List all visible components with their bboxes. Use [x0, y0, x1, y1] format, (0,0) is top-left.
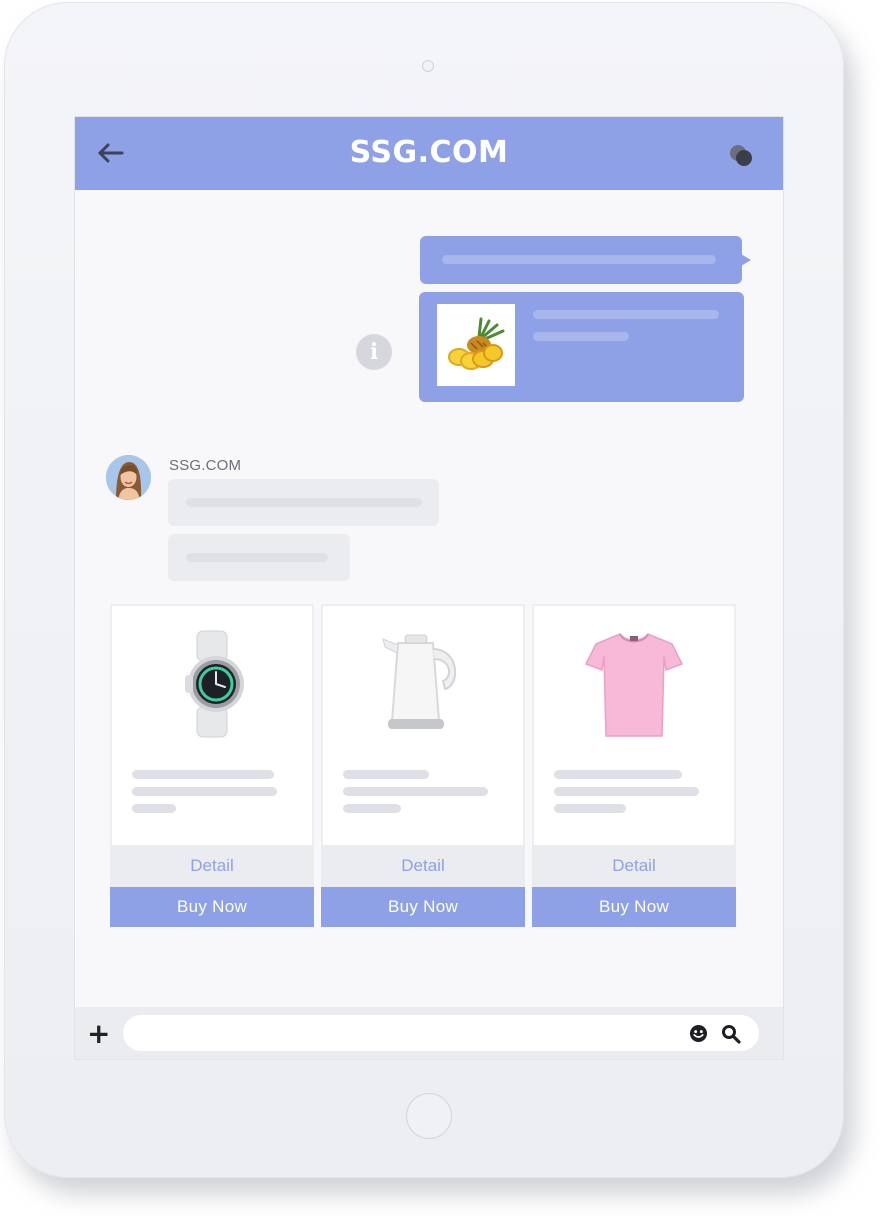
- tshirt-icon: [584, 633, 684, 737]
- kettle-icon: [382, 634, 457, 729]
- text-placeholder-line: [343, 787, 488, 796]
- add-attachment-plus-icon[interactable]: +: [87, 1019, 110, 1049]
- text-placeholder-line: [343, 804, 401, 813]
- detail-button[interactable]: Detail: [532, 845, 736, 887]
- text-placeholder-line: [132, 804, 176, 813]
- outgoing-product-message[interactable]: [419, 292, 744, 402]
- text-placeholder-line: [132, 770, 274, 779]
- pineapple-icon: [448, 317, 505, 370]
- page-title: SSG.COM: [349, 135, 509, 170]
- product-card[interactable]: Detail Buy Now: [110, 604, 314, 927]
- text-placeholder-line: [554, 770, 682, 779]
- outgoing-message-bubble: [420, 236, 751, 284]
- sender-name: SSG.COM: [169, 457, 242, 474]
- text-placeholder-line: [554, 804, 626, 813]
- home-button[interactable]: [406, 1093, 452, 1139]
- text-placeholder-line: [533, 332, 629, 341]
- text-placeholder-line: [186, 498, 422, 507]
- message-input-bar: +: [75, 1007, 783, 1059]
- text-placeholder-line: [343, 770, 429, 779]
- emoji-smiley-icon[interactable]: [689, 1024, 708, 1043]
- buy-now-button[interactable]: Buy Now: [321, 887, 525, 927]
- text-placeholder-line: [442, 255, 716, 264]
- message-input[interactable]: [123, 1015, 759, 1051]
- product-card[interactable]: Detail Buy Now: [532, 604, 736, 927]
- text-placeholder-line: [132, 787, 277, 796]
- pineapple-image: [437, 304, 515, 386]
- text-placeholder-line: [533, 310, 719, 319]
- incoming-message-bubble: [168, 534, 350, 581]
- sender-avatar: [106, 455, 151, 500]
- text-placeholder-line: [554, 787, 699, 796]
- search-magnifier-icon[interactable]: [721, 1024, 741, 1044]
- tablet-frame: SSG.COM i SSG.COM Detail Buy Now Detail …: [4, 2, 844, 1178]
- smartwatch-image: [112, 614, 312, 754]
- chat-bubbles-icon[interactable]: [729, 143, 755, 169]
- woman-avatar-icon: [106, 455, 151, 500]
- smartwatch-icon: [185, 630, 244, 738]
- buy-now-button[interactable]: Buy Now: [110, 887, 314, 927]
- detail-button[interactable]: Detail: [110, 845, 314, 887]
- detail-button[interactable]: Detail: [321, 845, 525, 887]
- app-header: SSG.COM: [75, 117, 783, 190]
- info-icon[interactable]: i: [356, 334, 392, 370]
- bubble-tail: [741, 254, 751, 266]
- incoming-message-bubble: [168, 479, 439, 526]
- product-card[interactable]: Detail Buy Now: [321, 604, 525, 927]
- electric-kettle-image: [323, 614, 523, 754]
- pink-tshirt-image: [534, 614, 734, 754]
- buy-now-button[interactable]: Buy Now: [532, 887, 736, 927]
- chat-screen: SSG.COM i SSG.COM Detail Buy Now Detail …: [74, 116, 784, 1060]
- camera-icon: [422, 60, 434, 72]
- text-placeholder-line: [186, 553, 328, 562]
